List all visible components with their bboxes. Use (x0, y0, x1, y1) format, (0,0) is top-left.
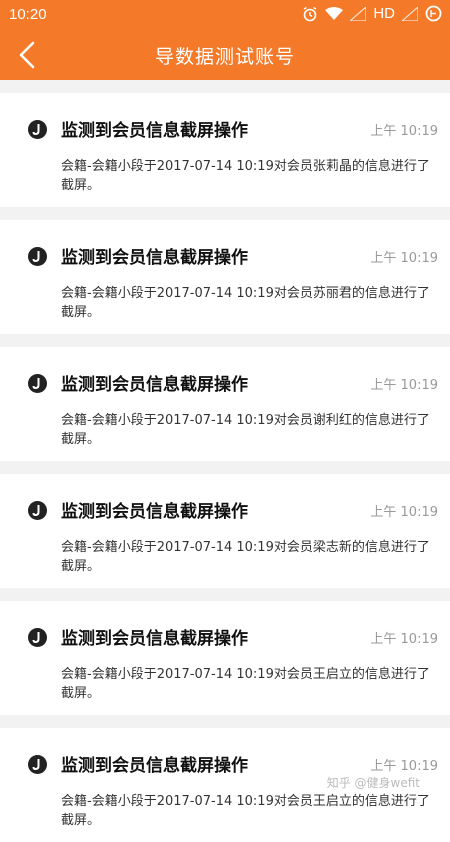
notification-body: 会籍-会籍小段于2017-07-14 10:19对会员张莉晶的信息进行了截屏。 (61, 159, 430, 193)
app-bar: 导数据测试账号 (0, 30, 450, 80)
notification-icon (28, 501, 47, 520)
watermark: 知乎 @健身wefit (326, 776, 420, 790)
notification-title: 监测到会员信息截屏操作 (61, 121, 248, 141)
notification-time: 上午 10:19 (370, 378, 438, 393)
notification-title: 监测到会员信息截屏操作 (61, 756, 248, 776)
notification-title: 监测到会员信息截屏操作 (61, 502, 248, 522)
notification-time: 上午 10:19 (370, 251, 438, 266)
notification-title: 监测到会员信息截屏操作 (61, 375, 248, 395)
status-bar: 10:20 HD (0, 0, 450, 30)
notification-title: 监测到会员信息截屏操作 (61, 248, 248, 268)
notification-list[interactable]: 监测到会员信息截屏操作 上午 10:19 会籍-会籍小段于2017-07-14 … (0, 80, 450, 842)
notification-time: 上午 10:19 (370, 759, 438, 774)
wifi-icon (325, 6, 344, 20)
notification-item[interactable]: 监测到会员信息截屏操作 上午 10:19 会籍-会籍小段于2017-07-14 … (0, 347, 450, 461)
notification-body: 会籍-会籍小段于2017-07-14 10:19对会员谢利红的信息进行了截屏。 (61, 413, 430, 447)
notification-time: 上午 10:19 (370, 124, 438, 139)
network-type: HD (373, 5, 395, 22)
battery-icon (425, 5, 442, 22)
notification-item[interactable]: 监测到会员信息截屏操作 上午 10:19 会籍-会籍小段于2017-07-14 … (0, 93, 450, 207)
alarm-icon (303, 6, 317, 21)
notification-icon (28, 628, 47, 647)
notification-icon (28, 755, 47, 774)
notification-body: 会籍-会籍小段于2017-07-14 10:19对会员王启立的信息进行了截屏。 (61, 667, 430, 701)
notification-icon (28, 374, 47, 393)
notification-body: 会籍-会籍小段于2017-07-14 10:19对会员王启立的信息进行了截屏。 (61, 794, 430, 828)
notification-item[interactable]: 监测到会员信息截屏操作 上午 10:19 会籍-会籍小段于2017-07-14 … (0, 601, 450, 715)
page-title: 导数据测试账号 (154, 46, 295, 68)
notification-item[interactable]: 监测到会员信息截屏操作 上午 10:19 会籍-会籍小段于2017-07-14 … (0, 474, 450, 588)
status-time: 10:20 (9, 6, 47, 23)
notification-time: 上午 10:19 (370, 505, 438, 520)
notification-time: 上午 10:19 (370, 632, 438, 647)
notification-icon (28, 247, 47, 266)
notification-icon (28, 120, 47, 139)
notification-body: 会籍-会籍小段于2017-07-14 10:19对会员苏丽君的信息进行了截屏。 (61, 286, 430, 320)
notification-item[interactable]: 监测到会员信息截屏操作 上午 10:19 会籍-会籍小段于2017-07-14 … (0, 220, 450, 334)
status-icons: HD (302, 5, 442, 22)
signal-icon (350, 6, 367, 21)
signal-icon-2 (402, 6, 418, 21)
notification-title: 监测到会员信息截屏操作 (61, 629, 248, 649)
notification-body: 会籍-会籍小段于2017-07-14 10:19对会员梁志新的信息进行了截屏。 (61, 540, 430, 574)
